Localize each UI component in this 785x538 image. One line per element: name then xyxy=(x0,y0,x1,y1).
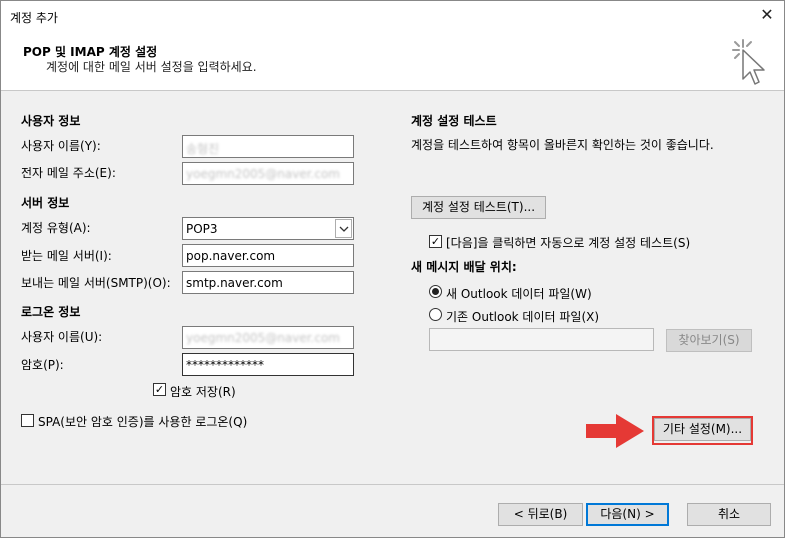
username-field-value: yoegmn2005@naver.com xyxy=(186,331,340,345)
username-label: 사용자 이름(U): xyxy=(21,330,103,344)
highlight-frame xyxy=(652,416,753,445)
browse-button[interactable]: 찾아보기(S) xyxy=(666,329,752,352)
save-password-label[interactable]: 암호 저장(R) xyxy=(170,383,236,400)
test-account-button[interactable]: 계정 설정 테스트(T)... xyxy=(411,196,546,219)
username-field[interactable]: yoegmn2005@naver.com xyxy=(182,326,354,349)
name-field-value: 송형진 xyxy=(186,142,220,156)
test-description: 계정을 테스트하여 항목이 올바른지 확인하는 것이 좋습니다. xyxy=(411,138,714,152)
header-panel: POP 및 IMAP 계정 설정 계정에 대한 메일 서버 설정을 입력하세요. xyxy=(1,31,784,91)
account-type-label: 계정 유형(A): xyxy=(21,221,91,235)
incoming-server-label: 받는 메일 서버(I): xyxy=(21,249,112,263)
spa-checkbox[interactable] xyxy=(21,414,34,427)
incoming-server-field[interactable]: pop.naver.com xyxy=(182,244,354,267)
footer-divider xyxy=(1,484,784,485)
existing-data-file-radio[interactable] xyxy=(429,308,442,321)
email-label: 전자 메일 주소(E): xyxy=(21,166,116,180)
back-button[interactable]: < 뒤로(B) xyxy=(498,503,583,526)
spa-label[interactable]: SPA(보안 암호 인증)를 사용한 로그온(Q) xyxy=(38,413,247,430)
next-button[interactable]: 다음(N) > xyxy=(586,503,669,526)
red-arrow-icon xyxy=(586,414,644,448)
password-field[interactable]: ************* xyxy=(182,353,354,376)
save-password-checkbox[interactable]: ✓ xyxy=(153,383,166,396)
email-field[interactable]: yoegmn2005@naver.com xyxy=(182,162,354,185)
form-body: 사용자 정보 사용자 이름(Y): 송형진 전자 메일 주소(E): yoegm… xyxy=(1,92,784,482)
server-info-heading: 서버 정보 xyxy=(21,196,70,210)
new-data-file-radio[interactable] xyxy=(429,285,442,298)
page-subtitle: 계정에 대한 메일 서버 설정을 입력하세요. xyxy=(46,60,257,74)
cursor-click-icon xyxy=(732,39,765,85)
email-field-value: yoegmn2005@naver.com xyxy=(186,167,340,181)
title-bar: 계정 추가 ✕ xyxy=(1,1,784,31)
close-button[interactable]: ✕ xyxy=(754,3,780,29)
name-label: 사용자 이름(Y): xyxy=(21,139,101,153)
radio-selected-dot xyxy=(432,288,439,295)
existing-data-file-label[interactable]: 기존 Outlook 데이터 파일(X) xyxy=(446,308,599,325)
chevron-down-icon[interactable] xyxy=(335,219,352,238)
name-field[interactable]: 송형진 xyxy=(182,135,354,158)
outgoing-server-field[interactable]: smtp.naver.com xyxy=(182,271,354,294)
account-type-select[interactable]: POP3 xyxy=(182,217,354,240)
auto-test-checkbox[interactable]: ✓ xyxy=(429,235,442,248)
test-heading: 계정 설정 테스트 xyxy=(411,114,497,128)
auto-test-label[interactable]: [다음]을 클릭하면 자동으로 계정 설정 테스트(S) xyxy=(446,234,690,251)
delivery-heading: 새 메시지 배달 위치: xyxy=(411,260,517,274)
new-data-file-label[interactable]: 새 Outlook 데이터 파일(W) xyxy=(446,285,592,302)
user-info-heading: 사용자 정보 xyxy=(21,114,81,128)
login-info-heading: 로그온 정보 xyxy=(21,305,81,319)
outgoing-server-label: 보내는 메일 서버(SMTP)(O): xyxy=(21,276,171,290)
data-file-path-field[interactable] xyxy=(429,328,654,351)
add-account-dialog: 계정 추가 ✕ POP 및 IMAP 계정 설정 계정에 대한 메일 서버 설정… xyxy=(0,0,785,538)
window-title: 계정 추가 xyxy=(10,11,58,25)
cancel-button[interactable]: 취소 xyxy=(687,503,771,526)
account-type-value: POP3 xyxy=(186,222,218,236)
password-label: 암호(P): xyxy=(21,358,64,372)
